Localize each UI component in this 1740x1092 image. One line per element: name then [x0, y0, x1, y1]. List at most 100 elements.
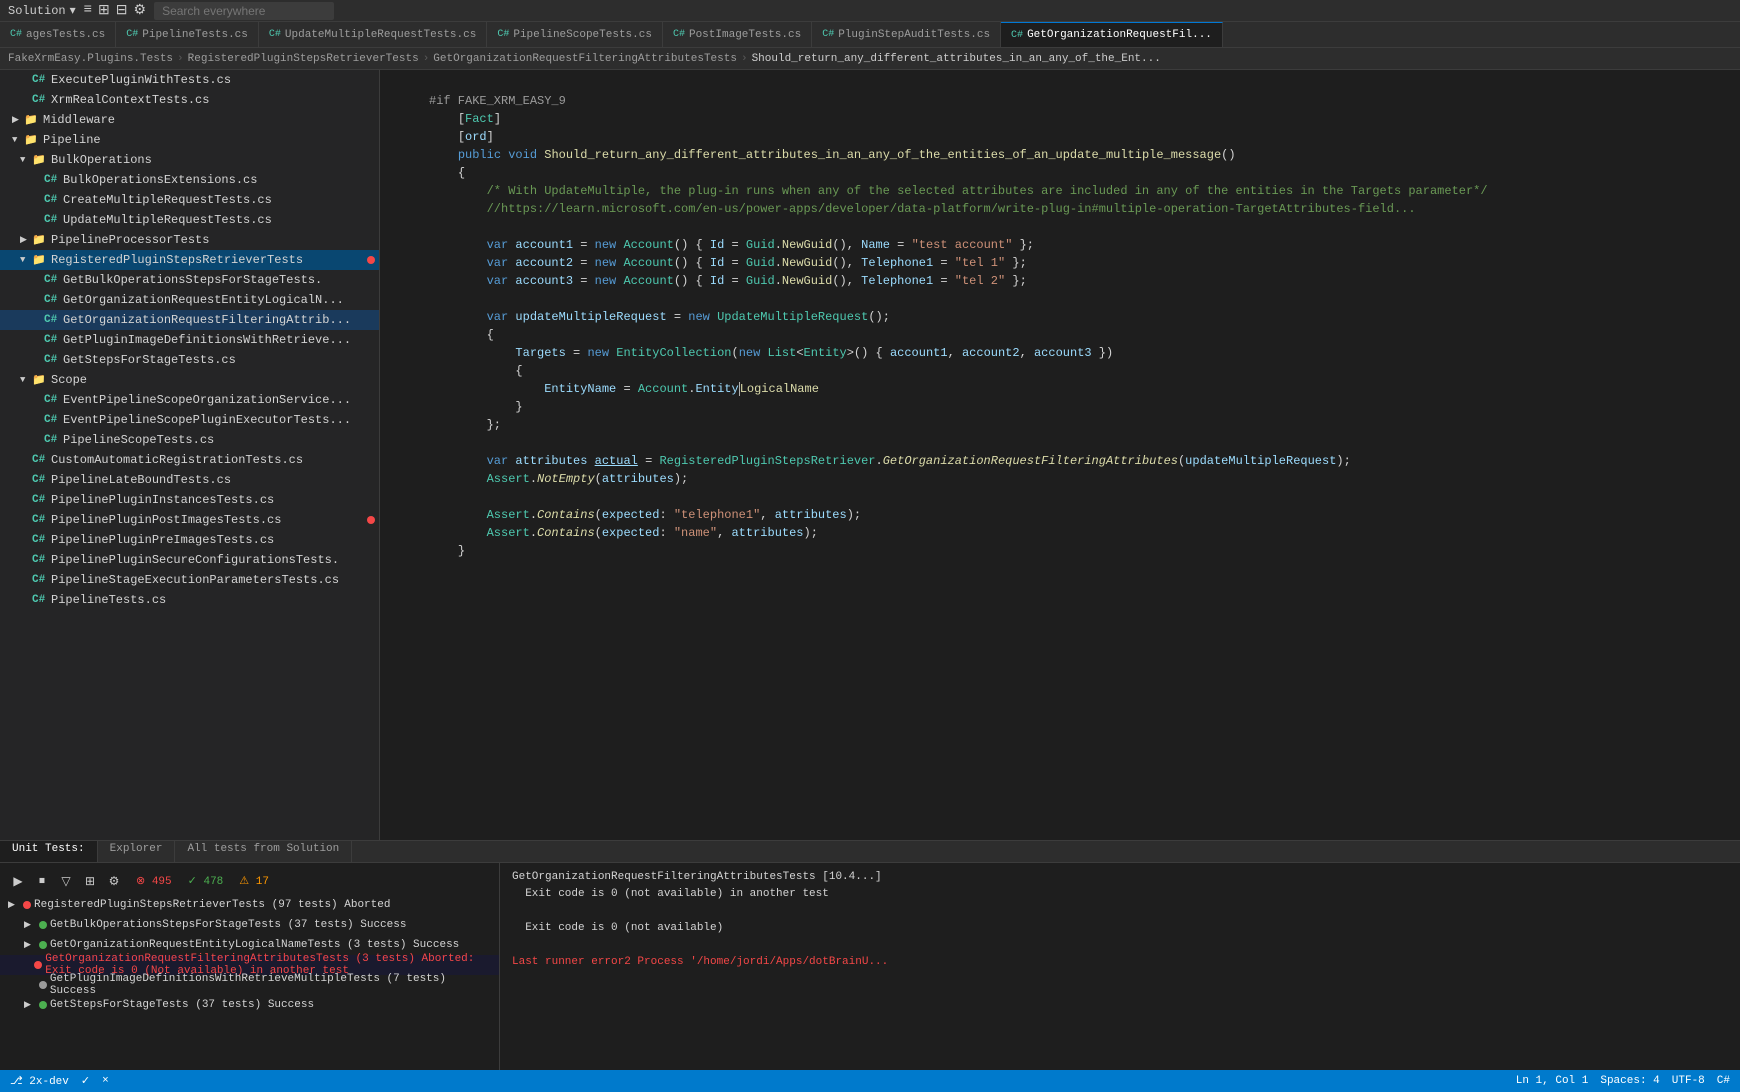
tab-pipelineScope[interactable]: C# PipelineScopeTests.cs: [487, 22, 663, 47]
cs-file-icon: C#: [32, 474, 48, 486]
bottom-tab-all-tests[interactable]: All tests from Solution: [175, 841, 352, 862]
line-content: #if FAKE_XRM_EASY_9: [425, 92, 1740, 110]
search-input[interactable]: [154, 2, 334, 20]
toolbar-icon-3[interactable]: ⊟: [116, 2, 128, 19]
tree-item-xrmReal[interactable]: C# XrmRealContextTests.cs: [0, 90, 379, 110]
solution-label[interactable]: Solution ▾: [8, 3, 76, 18]
tree-arrow: ▼: [12, 135, 24, 145]
tree-item-eventScope2[interactable]: C# EventPipelineScopePluginExecutorTests…: [0, 410, 379, 430]
tree-item-pipelinePluginInst[interactable]: C# PipelinePluginInstancesTests.cs: [0, 490, 379, 510]
tree-item-bulkOpExt[interactable]: C# BulkOperationsExtensions.cs: [0, 170, 379, 190]
line-number: [380, 326, 425, 344]
test-status-dot: [39, 981, 47, 989]
branch-indicator[interactable]: ⎇ 2x-dev: [10, 1074, 69, 1088]
tab-getOrg[interactable]: C# GetOrganizationRequestFil...: [1001, 22, 1223, 47]
breadcrumb-sep-1: ›: [177, 53, 184, 65]
tree-item-getStepsForStage[interactable]: C# GetStepsForStageTests.cs: [0, 350, 379, 370]
stop-icon[interactable]: ⏹: [32, 871, 52, 891]
status-bar: ⎇ 2x-dev ✓ × Ln 1, Col 1 Spaces: 4 UTF-8…: [0, 1070, 1740, 1092]
line-content: [425, 290, 1740, 308]
test-item-getOrgEntity[interactable]: ▶ GetOrganizationRequestEntityLogicalNam…: [0, 935, 499, 955]
tree-label: BulkOperationsExtensions.cs: [63, 173, 257, 187]
code-editor[interactable]: #if FAKE_XRM_EASY_9 [Fact] [ord] public …: [380, 70, 1740, 840]
tab-pipelineTests[interactable]: C# PipelineTests.cs: [116, 22, 259, 47]
group-icon[interactable]: ⊞: [80, 871, 100, 891]
tree-item-pipelineTestsFile[interactable]: C# PipelineTests.cs: [0, 590, 379, 610]
folder-icon: 📁: [24, 113, 40, 127]
tree-item-pipeline[interactable]: ▼ 📁 Pipeline: [0, 130, 379, 150]
tree-item-pipelineLateBound[interactable]: C# PipelineLateBoundTests.cs: [0, 470, 379, 490]
cs-file-icon: C#: [44, 294, 60, 306]
line-content: //https://learn.microsoft.com/en-us/powe…: [425, 200, 1740, 218]
tab-updateMultiple[interactable]: C# UpdateMultipleRequestTests.cs: [259, 22, 487, 47]
sync-icon[interactable]: ✓: [81, 1074, 90, 1088]
tree-item-registeredPlugin[interactable]: ▼ 📁 RegisteredPluginStepsRetrieverTests: [0, 250, 379, 270]
breadcrumb: FakeXrmEasy.Plugins.Tests › RegisteredPl…: [0, 48, 1740, 70]
test-item-getPluginImageDefs[interactable]: GetPluginImageDefinitionsWithRetrieveMul…: [0, 975, 499, 995]
tree-item-eventScope1[interactable]: C# EventPipelineScopeOrganizationService…: [0, 390, 379, 410]
test-item-getBulkOp[interactable]: ▶ GetBulkOperationsStepsForStageTests (3…: [0, 915, 499, 935]
tab-postImage[interactable]: C# PostImageTests.cs: [663, 22, 812, 47]
output-line: GetOrganizationRequestFilteringAttribute…: [512, 869, 1728, 885]
tree-item-createMultiple[interactable]: C# CreateMultipleRequestTests.cs: [0, 190, 379, 210]
line-number: [380, 290, 425, 308]
test-item-getStepsForStage[interactable]: ▶ GetStepsForStageTests (37 tests) Succe…: [0, 995, 499, 1015]
tree-item-getOrgReqFilter[interactable]: C# GetOrganizationRequestFilteringAttrib…: [0, 310, 379, 330]
test-item-getOrgFilter[interactable]: GetOrganizationRequestFilteringAttribute…: [0, 955, 499, 975]
tree-item-pipelineScopeTests[interactable]: C# PipelineScopeTests.cs: [0, 430, 379, 450]
test-item-label: GetPluginImageDefinitionsWithRetrieveMul…: [50, 973, 495, 997]
tree-item-pipelinePluginPre[interactable]: C# PipelinePluginPreImagesTests.cs: [0, 530, 379, 550]
line-number: [380, 488, 425, 506]
tab-agesTests[interactable]: C# agesTests.cs: [0, 22, 116, 47]
tree-arrow: ▼: [20, 155, 32, 165]
error-icon[interactable]: ×: [102, 1075, 109, 1087]
toolbar-icon-2[interactable]: ⊞: [98, 2, 110, 19]
spaces-indicator: Spaces: 4: [1600, 1075, 1659, 1087]
line-number: [380, 398, 425, 416]
breadcrumb-item-3[interactable]: GetOrganizationRequestFilteringAttribute…: [433, 53, 737, 65]
bottom-tab-unit-tests[interactable]: Unit Tests:: [0, 841, 98, 862]
tree-label: PipelinePluginPreImagesTests.cs: [51, 533, 274, 547]
top-bar: Solution ▾ ≡ ⊞ ⊟ ⚙: [0, 0, 1740, 22]
filter-icon[interactable]: ▽: [56, 871, 76, 891]
tree-item-getOrgReqEntity[interactable]: C# GetOrganizationRequestEntityLogicalN.…: [0, 290, 379, 310]
breadcrumb-item-2[interactable]: RegisteredPluginStepsRetrieverTests: [188, 53, 419, 65]
line-number: [380, 470, 425, 488]
bottom-tab-label: All tests from Solution: [187, 843, 339, 855]
tree-item-executePlugin[interactable]: C# ExecutePluginWithTests.cs: [0, 70, 379, 90]
tree-item-updateMultiple[interactable]: C# UpdateMultipleRequestTests.cs: [0, 210, 379, 230]
toolbar-icon-1[interactable]: ≡: [84, 2, 92, 19]
tree-item-pipelineStage[interactable]: C# PipelineStageExecutionParametersTests…: [0, 570, 379, 590]
line-content: var account2 = new Account() { Id = Guid…: [425, 254, 1740, 272]
solution-dropdown-icon[interactable]: ▾: [70, 3, 76, 18]
tree-item-scope[interactable]: ▼ 📁 Scope: [0, 370, 379, 390]
tree-item-middleware[interactable]: ▶ 📁 Middleware: [0, 110, 379, 130]
line-number: [380, 200, 425, 218]
line-number: [380, 344, 425, 362]
line-content: var account1 = new Account() { Id = Guid…: [425, 236, 1740, 254]
test-item-registeredPlugin[interactable]: ▶ RegisteredPluginStepsRetrieverTests (9…: [0, 895, 499, 915]
cs-icon: C#: [497, 29, 509, 40]
tree-item-getPluginImageDefs[interactable]: C# GetPluginImageDefinitionsWithRetrieve…: [0, 330, 379, 350]
run-all-icon[interactable]: ▶: [8, 871, 28, 891]
line-content: /* With UpdateMultiple, the plug-in runs…: [425, 182, 1740, 200]
tree-item-pipelinePluginPost[interactable]: C# PipelinePluginPostImagesTests.cs: [0, 510, 379, 530]
bottom-tab-explorer[interactable]: Explorer: [98, 841, 176, 862]
folder-icon: 📁: [32, 233, 48, 247]
tree-item-customAutoReg[interactable]: C# CustomAutomaticRegistrationTests.cs: [0, 450, 379, 470]
tree-item-bulkOps[interactable]: ▼ 📁 BulkOperations: [0, 150, 379, 170]
tree-item-pipelineSecure[interactable]: C# PipelinePluginSecureConfigurationsTes…: [0, 550, 379, 570]
line-content: {: [425, 164, 1740, 182]
tree-item-pipelineProcessor[interactable]: ▶ 📁 PipelineProcessorTests: [0, 230, 379, 250]
toolbar-icon-4[interactable]: ⚙: [134, 2, 147, 19]
bottom-tab-label: Unit Tests:: [12, 843, 85, 855]
settings-icon[interactable]: ⚙: [104, 871, 124, 891]
line-content: var updateMultipleRequest = new UpdateMu…: [425, 308, 1740, 326]
tree-item-getBulkOpSteps[interactable]: C# GetBulkOperationsStepsForStageTests.: [0, 270, 379, 290]
tab-pluginStepAudit[interactable]: C# PluginStepAuditTests.cs: [812, 22, 1001, 47]
line-content: Assert.NotEmpty(attributes);: [425, 470, 1740, 488]
code-line: /* With UpdateMultiple, the plug-in runs…: [380, 182, 1740, 200]
breadcrumb-item-4[interactable]: Should_return_any_different_attributes_i…: [752, 53, 1161, 65]
breadcrumb-item-1[interactable]: FakeXrmEasy.Plugins.Tests: [8, 53, 173, 65]
breadcrumb-sep-2: ›: [423, 53, 430, 65]
